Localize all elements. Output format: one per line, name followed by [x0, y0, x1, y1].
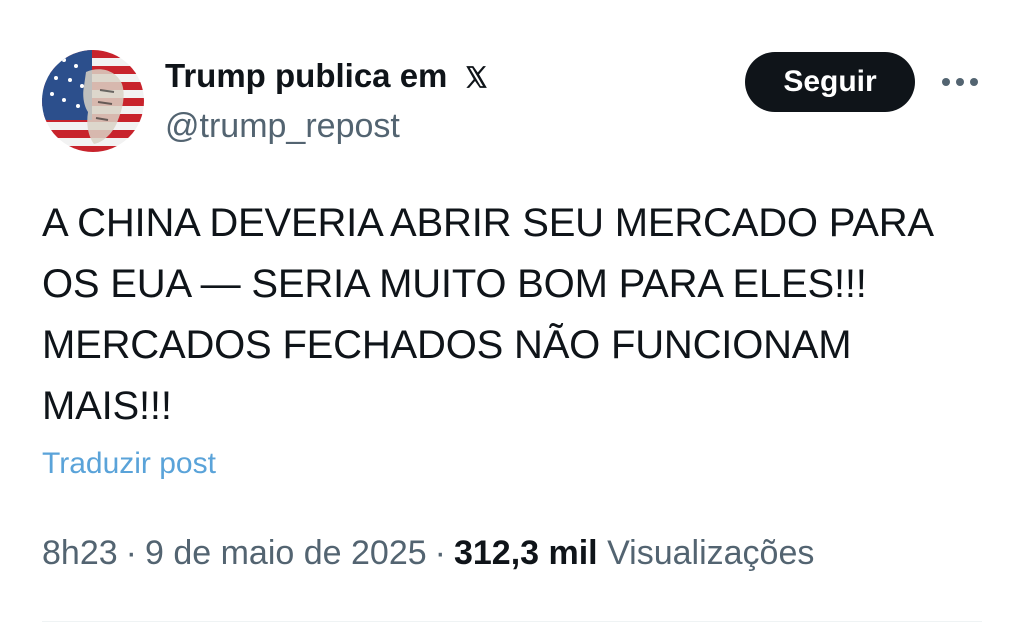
post-metadata: 8h23 · 9 de maio de 2025 · 312,3 mil Visuali… — [42, 532, 814, 574]
meta-separator: · — [125, 534, 137, 572]
avatar[interactable] — [42, 50, 144, 152]
post-time[interactable]: 8h23 — [42, 534, 118, 572]
more-options-button[interactable] — [938, 62, 982, 102]
post-text: A CHINA DEVERIA ABRIR SEU MERCADO PARA O… — [42, 201, 934, 428]
american-flag-portrait-avatar-image — [42, 50, 144, 152]
author-display-name[interactable]: Trump publica em — [165, 56, 489, 99]
post-date[interactable]: 9 de maio de 2025 — [145, 534, 427, 572]
views-label: Visualizações — [607, 534, 815, 572]
display-name-text: Trump publica em — [165, 57, 448, 94]
author-handle[interactable]: @trump_repost — [165, 106, 400, 146]
divider — [42, 621, 982, 622]
views-count: 312,3 mil — [453, 534, 598, 572]
translate-post-link[interactable]: Traduzir post — [42, 446, 216, 482]
x-logo-icon — [463, 59, 489, 99]
meta-separator: · — [434, 534, 446, 572]
follow-button[interactable]: Seguir — [745, 52, 915, 112]
tweet-card: Trump publica em @trump_repost Seguir A … — [0, 0, 1024, 638]
more-horizontal-icon — [942, 78, 978, 86]
